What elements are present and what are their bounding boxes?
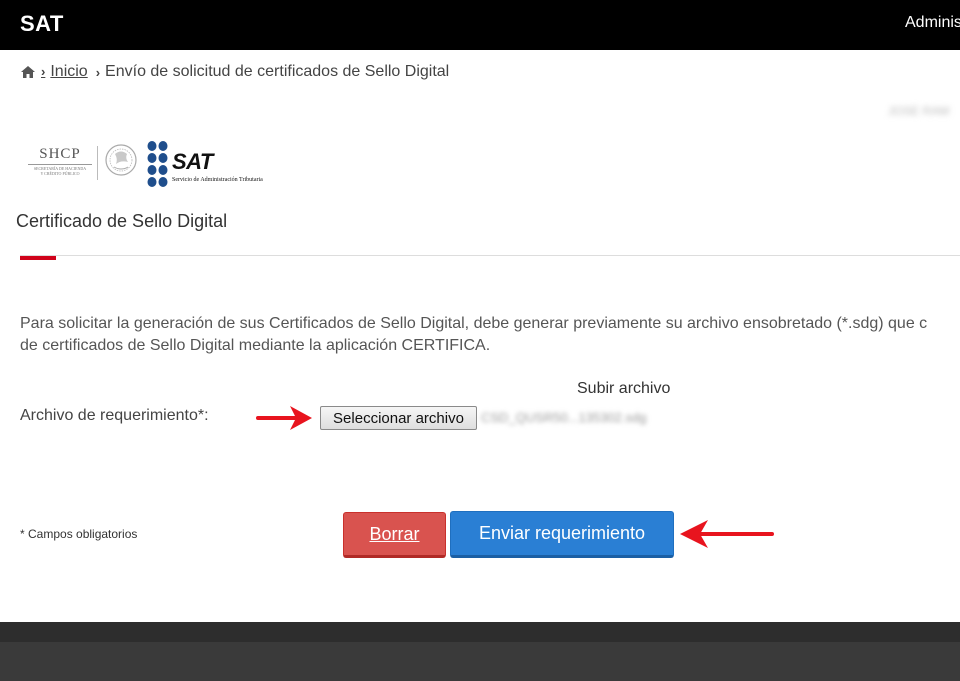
government-logos: SHCP SECRETARÍA DE HACIENDA Y CRÉDITO PÚ… — [26, 138, 271, 188]
user-name: JOSE RAM — [888, 104, 950, 118]
breadcrumb: › Inicio › Envío de solicitud de certific… — [20, 63, 449, 81]
sat-brand[interactable]: SAT — [20, 11, 64, 37]
home-icon[interactable] — [20, 65, 36, 79]
upload-heading: Subir archivo — [577, 380, 671, 397]
section-title: Certificado de Sello Digital — [16, 211, 228, 231]
arrow-left-icon — [680, 520, 774, 548]
breadcrumb-current: Envío de solicitud de certificados de Se… — [105, 63, 450, 80]
sat-logo-dots-icon — [147, 141, 168, 187]
select-file-button[interactable]: Seleccionar archivo — [320, 406, 477, 430]
chevron-right-icon: › — [41, 64, 46, 79]
section-divider — [20, 255, 960, 256]
file-field-label: Archivo de requerimiento*: — [20, 407, 209, 424]
instructions-line-1: Para solicitar la generación de sus Cert… — [20, 315, 928, 332]
sat-logo: SAT Servicio de Administración Tributari… — [146, 138, 271, 188]
footer-top-band — [0, 622, 960, 642]
required-fields-note: * Campos obligatorios — [20, 527, 138, 541]
admin-menu-link[interactable]: Adminis — [905, 14, 960, 32]
breadcrumb-home-link[interactable]: › Inicio — [38, 63, 88, 81]
footer-bottom-band — [0, 642, 960, 681]
arrow-right-icon — [256, 406, 312, 430]
logo-divider — [97, 146, 98, 180]
clear-button[interactable]: Borrar — [343, 512, 446, 558]
section-accent-bar — [20, 256, 56, 260]
shcp-logo: SHCP SECRETARÍA DE HACIENDA Y CRÉDITO PÚ… — [26, 146, 94, 176]
instructions-line-2: de certificados de Sello Digital mediant… — [20, 337, 491, 354]
chevron-right-icon: › — [95, 64, 101, 80]
submit-request-button[interactable]: Enviar requerimiento — [450, 511, 674, 558]
national-emblem-icon — [105, 144, 137, 176]
top-navbar: SAT Adminis — [0, 0, 960, 50]
instructions-text: Para solicitar la generación de sus Cert… — [20, 313, 960, 357]
selected-file-name: CSD_QUSR50...135302.sdg — [481, 410, 647, 425]
